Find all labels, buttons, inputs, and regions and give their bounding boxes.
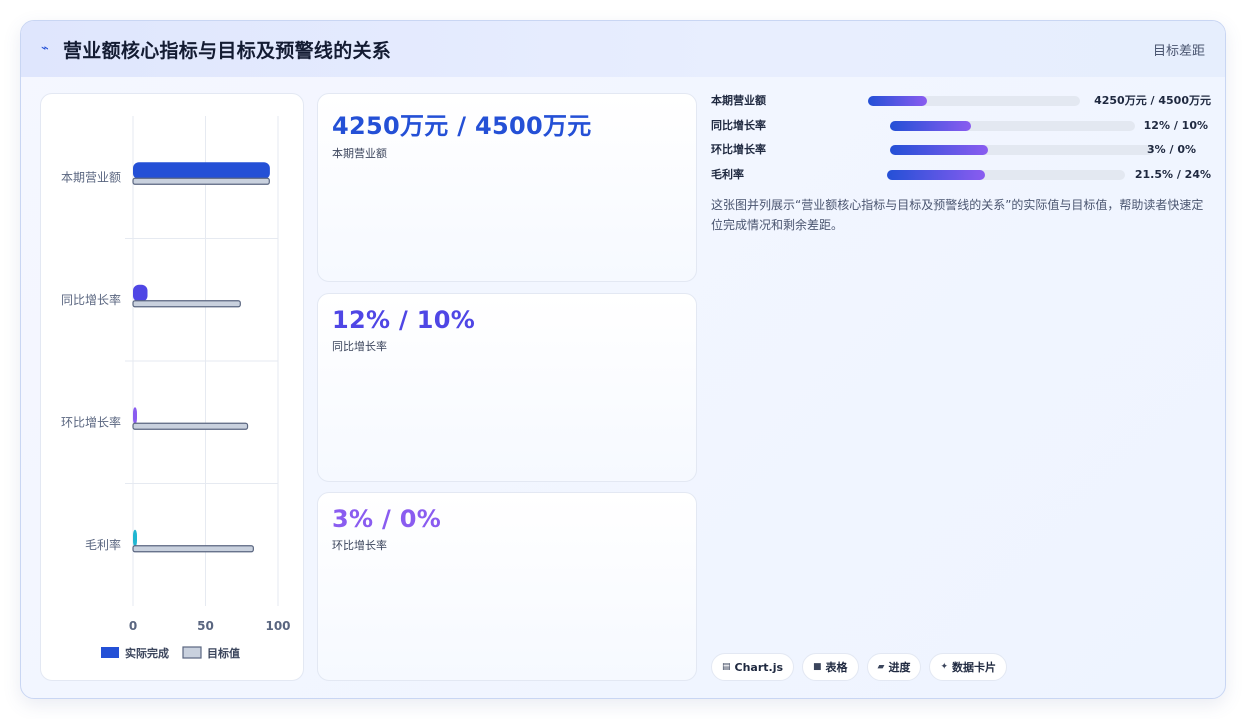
progress-label: 毛利率 — [711, 167, 744, 181]
progress-row: 本期营业额 4250万元 / 4500万元 — [711, 93, 1211, 118]
chart-icon: ▤ — [722, 662, 731, 672]
progress-section: 本期营业额 4250万元 / 4500万元 同比增长率 12% / 10% 环比… — [711, 93, 1211, 235]
tag-list: ▤ Chart.js ■ 表格 ▰ 进度 ✦ 数据卡片 — [711, 653, 1008, 681]
pulse-icon: ⌁ — [41, 41, 49, 56]
progress-track — [868, 96, 1080, 106]
kpi-label: 环比增长率 — [332, 539, 387, 552]
table-icon: ■ — [813, 662, 822, 672]
y-tick-label: 环比增长率 — [61, 414, 121, 429]
progress-value: 3% / 0% — [1146, 143, 1196, 156]
page-title: 营业额核心指标与目标及预警线的关系 — [63, 39, 392, 62]
progress-fill — [887, 169, 985, 180]
kpi-card-yoy: 12% / 10% 同比增长率 — [317, 293, 697, 482]
bar-actual — [133, 529, 137, 547]
y-tick-label: 毛利率 — [85, 537, 121, 552]
progress-label: 同比增长率 — [711, 118, 766, 132]
progress-track — [890, 120, 1135, 131]
chart-description: 这张图并列展示“营业额核心指标与目标及预警线的关系”的实际值与目标值，帮助读者快… — [711, 198, 1204, 232]
kpi-label: 同比增长率 — [332, 340, 387, 353]
kpi-label: 本期营业额 — [332, 147, 387, 160]
card-header: ⌁ 营业额核心指标与目标及预警线的关系 目标差距 — [21, 21, 1225, 77]
dashboard-card: ⌁ 营业额核心指标与目标及预警线的关系 目标差距 0 50 100 本期营业额 同比增长… — [20, 20, 1226, 699]
progress-track — [887, 169, 1125, 180]
progress-fill — [890, 145, 988, 155]
progress-fill — [890, 120, 971, 131]
progress-row: 毛利率 21.5% / 24% — [711, 167, 1211, 192]
x-tick-label: 100 — [265, 619, 290, 633]
bar-target — [132, 177, 270, 185]
legend-swatch-target — [182, 646, 202, 659]
tag-table[interactable]: ■ 表格 — [802, 653, 859, 681]
tag-label: 表格 — [825, 661, 848, 674]
x-tick-label: 0 — [129, 619, 137, 633]
tag-label: 数据卡片 — [952, 661, 997, 674]
progress-label: 本期营业额 — [711, 94, 766, 107]
progress-label: 环比增长率 — [711, 143, 766, 156]
tag-label: Chart.js — [734, 660, 784, 674]
y-tick-label: 本期营业额 — [61, 170, 121, 184]
progress-value: 4250万元 / 4500万元 — [1094, 94, 1211, 107]
page-subtitle: 目标差距 — [1152, 43, 1205, 59]
progress-row: 环比增长率 3% / 0% — [711, 142, 1211, 167]
kpi-value: 4250万元 / 4500万元 — [332, 112, 592, 140]
legend-label: 目标值 — [207, 646, 240, 660]
bar-target — [132, 300, 241, 308]
kpi-value: 3% / 0% — [332, 505, 442, 533]
bar-actual — [133, 407, 137, 425]
kpi-card-revenue: 4250万元 / 4500万元 本期营业额 — [317, 93, 697, 282]
kpi-value: 12% / 10% — [332, 306, 476, 334]
tag-label: 进度 — [888, 661, 911, 674]
tag-data-card[interactable]: ✦ 数据卡片 — [929, 653, 1008, 681]
y-tick-label: 同比增长率 — [61, 292, 121, 307]
bar-chart: 0 50 100 本期营业额同比增长率环比增长率毛利率实际完成 目标值 — [61, 116, 291, 660]
bar-chart-panel: 0 50 100 本期营业额同比增长率环比增长率毛利率实际完成 目标值 — [40, 93, 304, 681]
tag-chartjs[interactable]: ▤ Chart.js — [711, 653, 795, 681]
legend-label: 实际完成 — [125, 646, 169, 660]
card-icon: ✦ — [940, 662, 949, 672]
progress-row: 同比增长率 12% / 10% — [711, 118, 1211, 143]
progress-value: 12% / 10% — [1143, 118, 1208, 132]
bar-actual — [133, 162, 270, 180]
progress-fill — [868, 96, 928, 106]
tag-progress[interactable]: ▰ 进度 — [866, 653, 922, 681]
bar-actual — [133, 284, 148, 302]
bar-target — [132, 545, 254, 553]
legend-swatch-actual — [101, 647, 119, 658]
bar-target — [132, 422, 249, 430]
x-tick-label: 50 — [197, 619, 214, 633]
progress-track — [890, 145, 1154, 155]
progress-value: 21.5% / 24% — [1134, 167, 1211, 181]
progress-icon: ▰ — [877, 662, 885, 672]
kpi-card-mom: 3% / 0% 环比增长率 — [317, 492, 697, 681]
